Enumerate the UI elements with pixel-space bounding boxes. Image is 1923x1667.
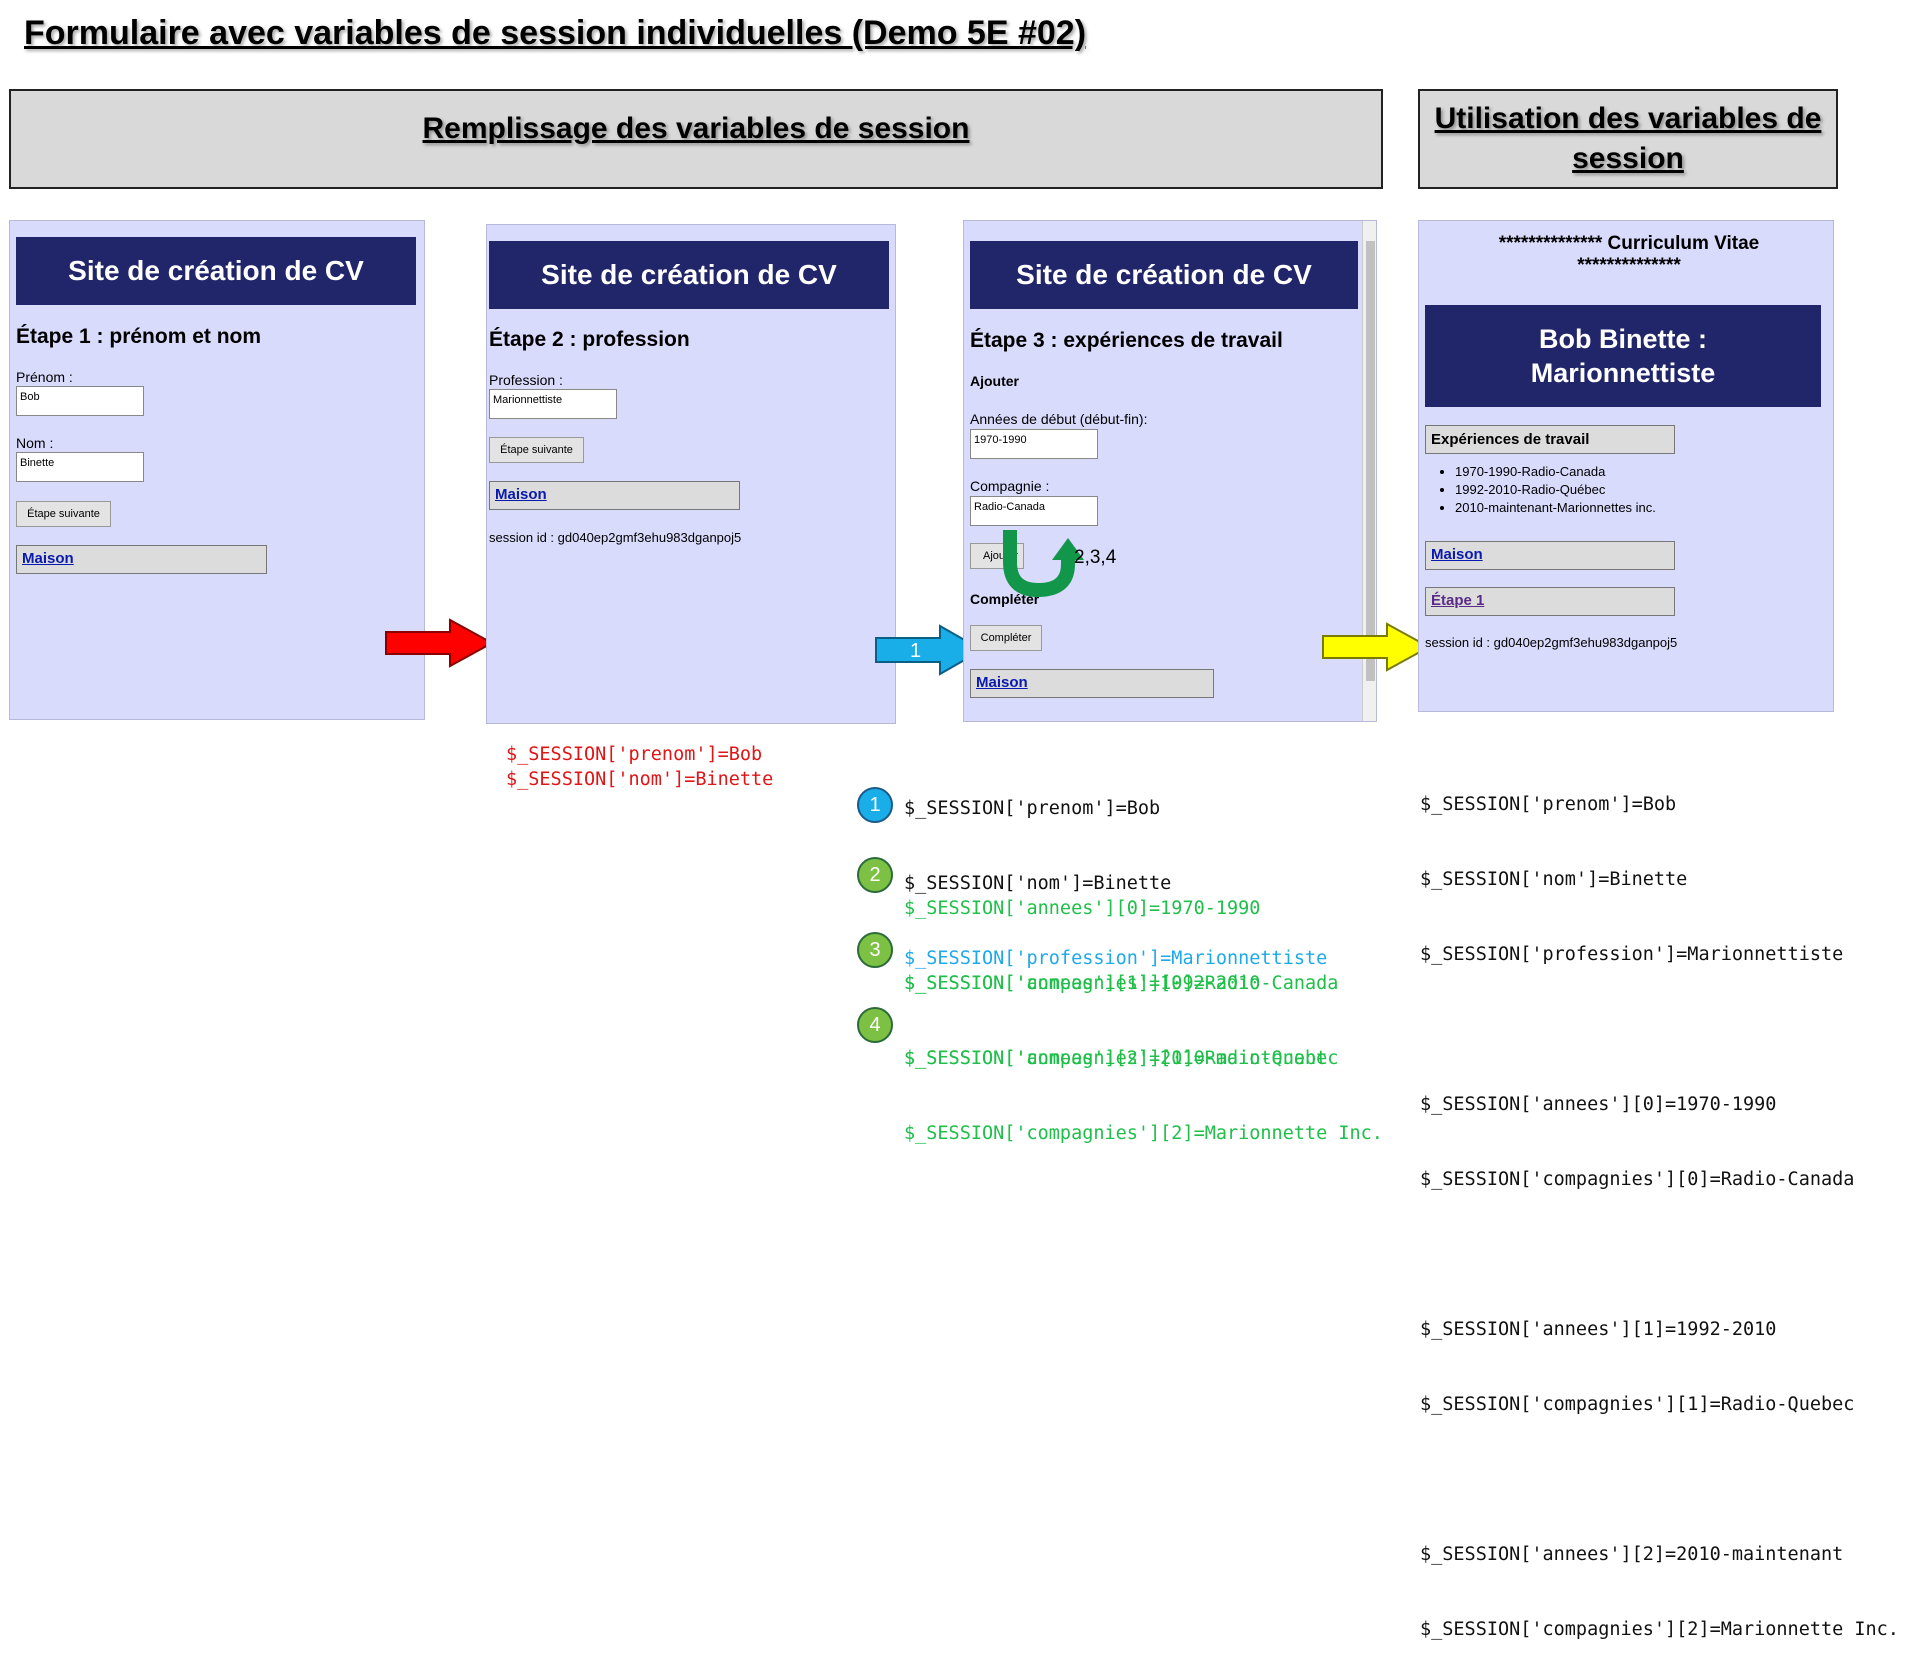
lastname-field[interactable]: Binette [16, 452, 144, 482]
years-label: Années de début (début-fin): [970, 411, 1148, 427]
code-line: $_SESSION['compagnies'][2]=Marionnette I… [904, 1123, 1383, 1144]
home-link[interactable]: Maison [1425, 541, 1675, 570]
step-title: Étape 3 : expériences de travail [970, 329, 1283, 352]
company-label: Compagnie : [970, 478, 1050, 494]
code-line: $_SESSION['annees'][0]=1970-1990 [1420, 1094, 1777, 1115]
years-field[interactable]: 1970-1990 [970, 429, 1098, 459]
main-title: Formulaire avec variables de session ind… [24, 14, 1087, 52]
step1-link[interactable]: Étape 1 [1425, 587, 1675, 616]
add-heading: Ajouter [970, 373, 1019, 389]
code-line: $_SESSION['prenom']=Bob [1420, 794, 1677, 815]
next-step-button[interactable]: Étape suivante [489, 437, 584, 463]
session-id-text: session id : gd040ep2gmf3ehu983dganpoj5 [489, 530, 742, 545]
profession-label: Profession : [489, 372, 563, 388]
site-banner: Site de création de CV [970, 241, 1358, 309]
list-item: 1970-1990-Radio-Canada [1455, 463, 1656, 481]
arrow-red-icon [385, 618, 495, 668]
step-number-1: 1 [857, 787, 893, 823]
experiences-list: 1970-1990-Radio-Canada 1992-2010-Radio-Q… [1425, 463, 1656, 517]
code-line: $_SESSION['annees'][2]=2010-maintenant [1420, 1544, 1844, 1565]
panel-step-1: Site de création de CV Étape 1 : prénom … [9, 220, 425, 720]
cv-banner: Bob Binette : Marionnettiste [1425, 305, 1821, 407]
step-number-2: 2 [857, 857, 893, 893]
panel-cv: ************** Curriculum Vitae ********… [1418, 220, 1834, 712]
header-using-session: Utilisation des variables de session [1418, 89, 1838, 189]
code-block-usage: $_SESSION['prenom']=Bob $_SESSION['nom']… [1420, 742, 1899, 1667]
code-line: $_SESSION['compagnies'][2]=Marionnette I… [1420, 1619, 1899, 1640]
home-link[interactable]: Maison [970, 669, 1214, 698]
loop-label: 2,3,4 [1074, 547, 1117, 568]
code-line: $_SESSION['annees'][1]=1992-2010 [904, 973, 1261, 994]
step-number-3: 3 [857, 932, 893, 968]
list-item: 1992-2010-Radio-Québec [1455, 481, 1656, 499]
scrollbar-thumb[interactable] [1366, 241, 1375, 681]
code-line: $_SESSION['annees'][2]=2010-maintenant [904, 1048, 1328, 1069]
step-number-4: 4 [857, 1007, 893, 1043]
step-title: Étape 2 : profession [489, 328, 690, 351]
code-line: $_SESSION['profession']=Marionnettiste [1420, 944, 1844, 965]
list-item: 2010-maintenant-Marionnettes inc. [1455, 499, 1656, 517]
site-banner: Site de création de CV [489, 241, 889, 309]
site-banner: Site de création de CV [16, 237, 416, 305]
header-filling-session: Remplissage des variables de session [9, 89, 1383, 189]
lastname-label: Nom : [16, 435, 54, 451]
code-line: $_SESSION['nom']=Binette [1420, 869, 1688, 890]
complete-button[interactable]: Compléter [970, 625, 1042, 651]
step-title: Étape 1 : prénom et nom [16, 325, 262, 348]
code-line: $_SESSION['nom']=Binette [506, 769, 774, 790]
profession-field[interactable]: Marionnettiste [489, 389, 617, 419]
code-line: $_SESSION['prenom']=Bob [904, 798, 1161, 819]
arrow-yellow-icon [1322, 622, 1432, 672]
next-step-button[interactable]: Étape suivante [16, 501, 111, 527]
home-link[interactable]: Maison [16, 545, 267, 574]
code-line: $_SESSION['prenom']=Bob [506, 744, 763, 765]
experiences-heading: Expériences de travail [1425, 425, 1675, 454]
code-line: $_SESSION['compagnies'][0]=Radio-Canada [1420, 1169, 1855, 1190]
session-id-text: session id : gd040ep2gmf3ehu983dganpoj5 [1425, 635, 1678, 650]
company-field[interactable]: Radio-Canada [970, 496, 1098, 526]
firstname-label: Prénom : [16, 369, 73, 385]
code-block-step1: $_SESSION['prenom']=Bob $_SESSION['nom']=… [506, 742, 773, 792]
code-line: $_SESSION['compagnies'][1]=Radio-Quebec [1420, 1394, 1855, 1415]
home-link[interactable]: Maison [489, 481, 740, 510]
firstname-field[interactable]: Bob [16, 386, 144, 416]
code-group-4: $_SESSION['annees'][2]=2010-maintenant $… [904, 996, 1383, 1171]
panel-step-2: Site de création de CV Étape 2 : profess… [486, 224, 896, 724]
arrow-blue-label: 1 [910, 640, 921, 662]
code-line: $_SESSION['annees'][1]=1992-2010 [1420, 1319, 1777, 1340]
panel-step-3: Site de création de CV Étape 3 : expérie… [963, 220, 1377, 722]
code-line: $_SESSION['annees'][0]=1970-1990 [904, 898, 1261, 919]
cv-heading: ************** Curriculum Vitae ********… [1498, 233, 1760, 276]
